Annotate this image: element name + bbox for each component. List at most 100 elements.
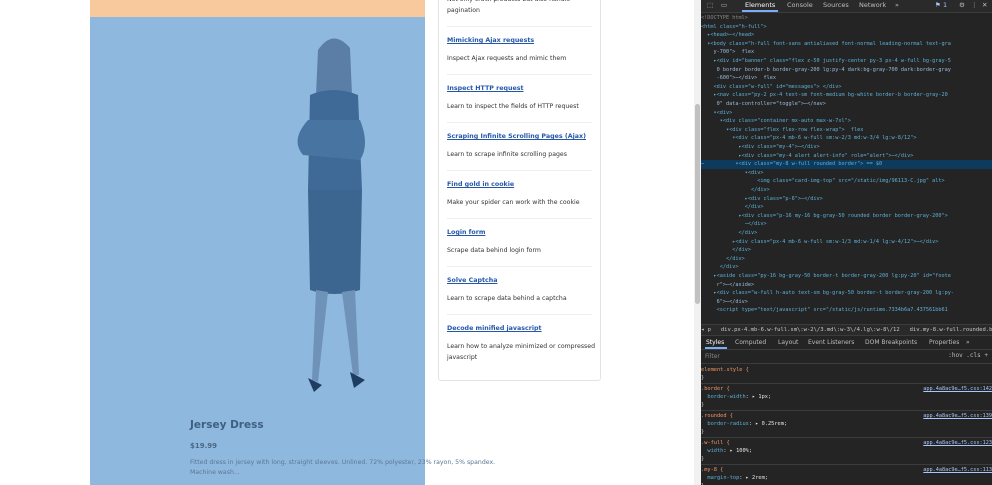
css-rule-close: } [701, 456, 705, 462]
sidebar-item: Find gold in cookie Make your spider can… [447, 181, 597, 208]
sidebar-item-desc: Learn to scrape data behind a captcha [447, 295, 567, 302]
css-declaration[interactable]: width: ▸ 100%; [701, 447, 992, 455]
sidebar-top-text-wrap: Not only crawl products but also handle … [447, 0, 597, 16]
inspect-element-icon[interactable]: ⬚ [707, 1, 713, 9]
sidebar-top-text: Not only crawl products but also handle … [447, 0, 570, 14]
styles-tabbar: Styles Computed Layout Event Listeners D… [701, 336, 992, 350]
sidebar-item: Mimicking Ajax requests Inspect Ajax req… [447, 37, 597, 64]
sidebar-item: Decode minified javascript Learn how to … [447, 325, 597, 363]
divider [447, 218, 592, 219]
tab-styles[interactable]: Styles [706, 339, 724, 346]
divider [701, 410, 992, 411]
divider [701, 464, 992, 465]
sidebar-item-desc: Make your spider can work with the cooki… [447, 199, 580, 206]
styles-filter-input[interactable]: Filter [705, 353, 720, 360]
styles-filter-tools[interactable]: :hov .cls + [948, 352, 988, 359]
web-page: Jersey Dress $19.99 Fitted dress in jers… [0, 0, 694, 485]
css-selector-text: .w-full { [701, 440, 730, 446]
product-card-highlight[interactable]: Jersey Dress $19.99 Fitted dress in jers… [90, 0, 495, 485]
css-rule-selector[interactable]: .rounded { app.4a8ac9e…f5.css:139 [701, 412, 992, 420]
active-tab-indicator [742, 10, 778, 12]
css-source-link[interactable]: app.4a8ac9e…f5.css:123 [923, 439, 992, 447]
css-rule-close: } [701, 375, 705, 381]
divider [447, 26, 592, 27]
more-tabs-icon[interactable]: » [895, 1, 899, 9]
css-value: : ▸ 100%; [723, 448, 753, 454]
page-scrollbar-thumb[interactable] [695, 104, 700, 304]
sidebar-link[interactable]: Solve Captcha [447, 277, 597, 284]
divider [447, 266, 592, 267]
css-source-link[interactable]: app.4a8ac9e…f5.css:113 [923, 466, 992, 474]
tab-properties[interactable]: Properties [929, 339, 959, 346]
tab-elements[interactable]: Elements [745, 1, 775, 9]
sidebar-item: Login form Scrape data behind login form [447, 229, 597, 256]
styles-filter-bar: Filter :hov .cls + [701, 350, 992, 364]
tab-computed[interactable]: Computed [735, 339, 766, 346]
devtools-panel: ⬚ ▭ Elements Console Sources Network » ⚑… [701, 0, 992, 485]
css-rule-selector[interactable]: element.style { [701, 366, 992, 374]
settings-gear-icon[interactable]: ⚙ [959, 1, 965, 9]
css-source-link[interactable]: app.4a8ac9e…f5.css:139 [923, 412, 992, 420]
css-property: border-radius [701, 421, 749, 427]
active-tab-indicator [705, 347, 727, 349]
sidebar-item-desc: Inspect Ajax requests and mimic them [447, 55, 567, 62]
dom-node[interactable]: <script type="text/javascript" src="/sta… [701, 306, 992, 315]
product-description: Fitted dress in jersey with long, straig… [190, 459, 496, 476]
sidebar-link[interactable]: Find gold in cookie [447, 181, 597, 188]
tab-network[interactable]: Network [859, 1, 886, 9]
sidebar-link[interactable]: Login form [447, 229, 597, 236]
divider [701, 437, 992, 438]
css-selector-text: .rounded { [701, 413, 733, 419]
sidebar-item-desc: Scrape data behind login form [447, 247, 541, 254]
issues-icon[interactable]: ⚑ [935, 1, 941, 9]
css-declaration[interactable]: margin-top: ▸ 2rem; [701, 474, 992, 482]
sidebar-item-desc: Learn to inspect the fields of HTTP requ… [447, 103, 579, 110]
more-options-icon[interactable]: ⋮ [971, 1, 978, 9]
divider [447, 314, 592, 315]
css-source-link[interactable]: app.4a8ac9e…f5.css:142 [923, 385, 992, 393]
tab-console[interactable]: Console [787, 1, 813, 9]
css-selector-text: element.style { [701, 367, 749, 373]
sidebar-item-desc: Learn to scrape infinite scrolling pages [447, 151, 567, 158]
sidebar-item-desc: Learn how to analyze minimized or compre… [447, 343, 595, 361]
css-rule-selector[interactable]: .border { app.4a8ac9e…f5.css:142 [701, 385, 992, 393]
css-declaration[interactable]: border-radius: ▸ 0.25rem; [701, 420, 992, 428]
tab-layout[interactable]: Layout [778, 339, 798, 346]
css-value: : ▸ 1px; [745, 394, 772, 400]
css-rule-close: } [701, 402, 705, 408]
tutorial-sidebar: Not only crawl products but also handle … [438, 0, 601, 381]
sidebar-item: Inspect HTTP request Learn to inspect th… [447, 85, 597, 112]
css-selector-text: .border { [701, 386, 730, 392]
margin-highlight [90, 0, 425, 17]
css-rule-selector[interactable]: .my-8 { app.4a8ac9e…f5.css:113 [701, 466, 992, 474]
product-price: $19.99 [190, 442, 218, 450]
sidebar-link[interactable]: Decode minified javascript [447, 325, 597, 332]
css-selector-text: .my-8 { [701, 467, 724, 473]
dom-breadcrumb[interactable]: ◂ p div.px-4.mb-6.w-full.sm\:w-2\/3.md\:… [701, 324, 992, 336]
css-property: margin-top [701, 475, 740, 481]
css-property: border-width [701, 394, 746, 400]
tab-event-listeners[interactable]: Event Listeners [808, 339, 854, 346]
close-icon[interactable]: ✕ [982, 1, 987, 9]
sidebar-item: Solve Captcha Learn to scrape data behin… [447, 277, 597, 304]
sidebar-link[interactable]: Inspect HTTP request [447, 85, 597, 92]
divider [447, 122, 592, 123]
css-value: : ▸ 0.25rem; [748, 421, 788, 427]
css-rule-close: } [701, 429, 705, 435]
devtools-tabbar: ⬚ ▭ Elements Console Sources Network » ⚑… [701, 0, 992, 13]
divider [701, 383, 992, 384]
css-property: width [701, 448, 724, 454]
tab-sources[interactable]: Sources [823, 1, 849, 9]
divider [447, 170, 592, 171]
divider [447, 74, 592, 75]
more-tabs-icon[interactable]: » [966, 339, 970, 346]
sidebar-link[interactable]: Mimicking Ajax requests [447, 37, 597, 44]
css-rule-selector[interactable]: .w-full { app.4a8ac9e…f5.css:123 [701, 439, 992, 447]
product-title[interactable]: Jersey Dress [190, 419, 264, 431]
sidebar-link[interactable]: Scraping Infinite Scrolling Pages (Ajax) [447, 133, 597, 140]
css-declaration[interactable]: border-width: ▸ 1px; [701, 393, 992, 401]
issues-count[interactable]: 1 [943, 1, 947, 9]
tab-dom-breakpoints[interactable]: DOM Breakpoints [865, 339, 917, 346]
product-image [297, 38, 365, 392]
device-toggle-icon[interactable]: ▭ [721, 1, 727, 9]
